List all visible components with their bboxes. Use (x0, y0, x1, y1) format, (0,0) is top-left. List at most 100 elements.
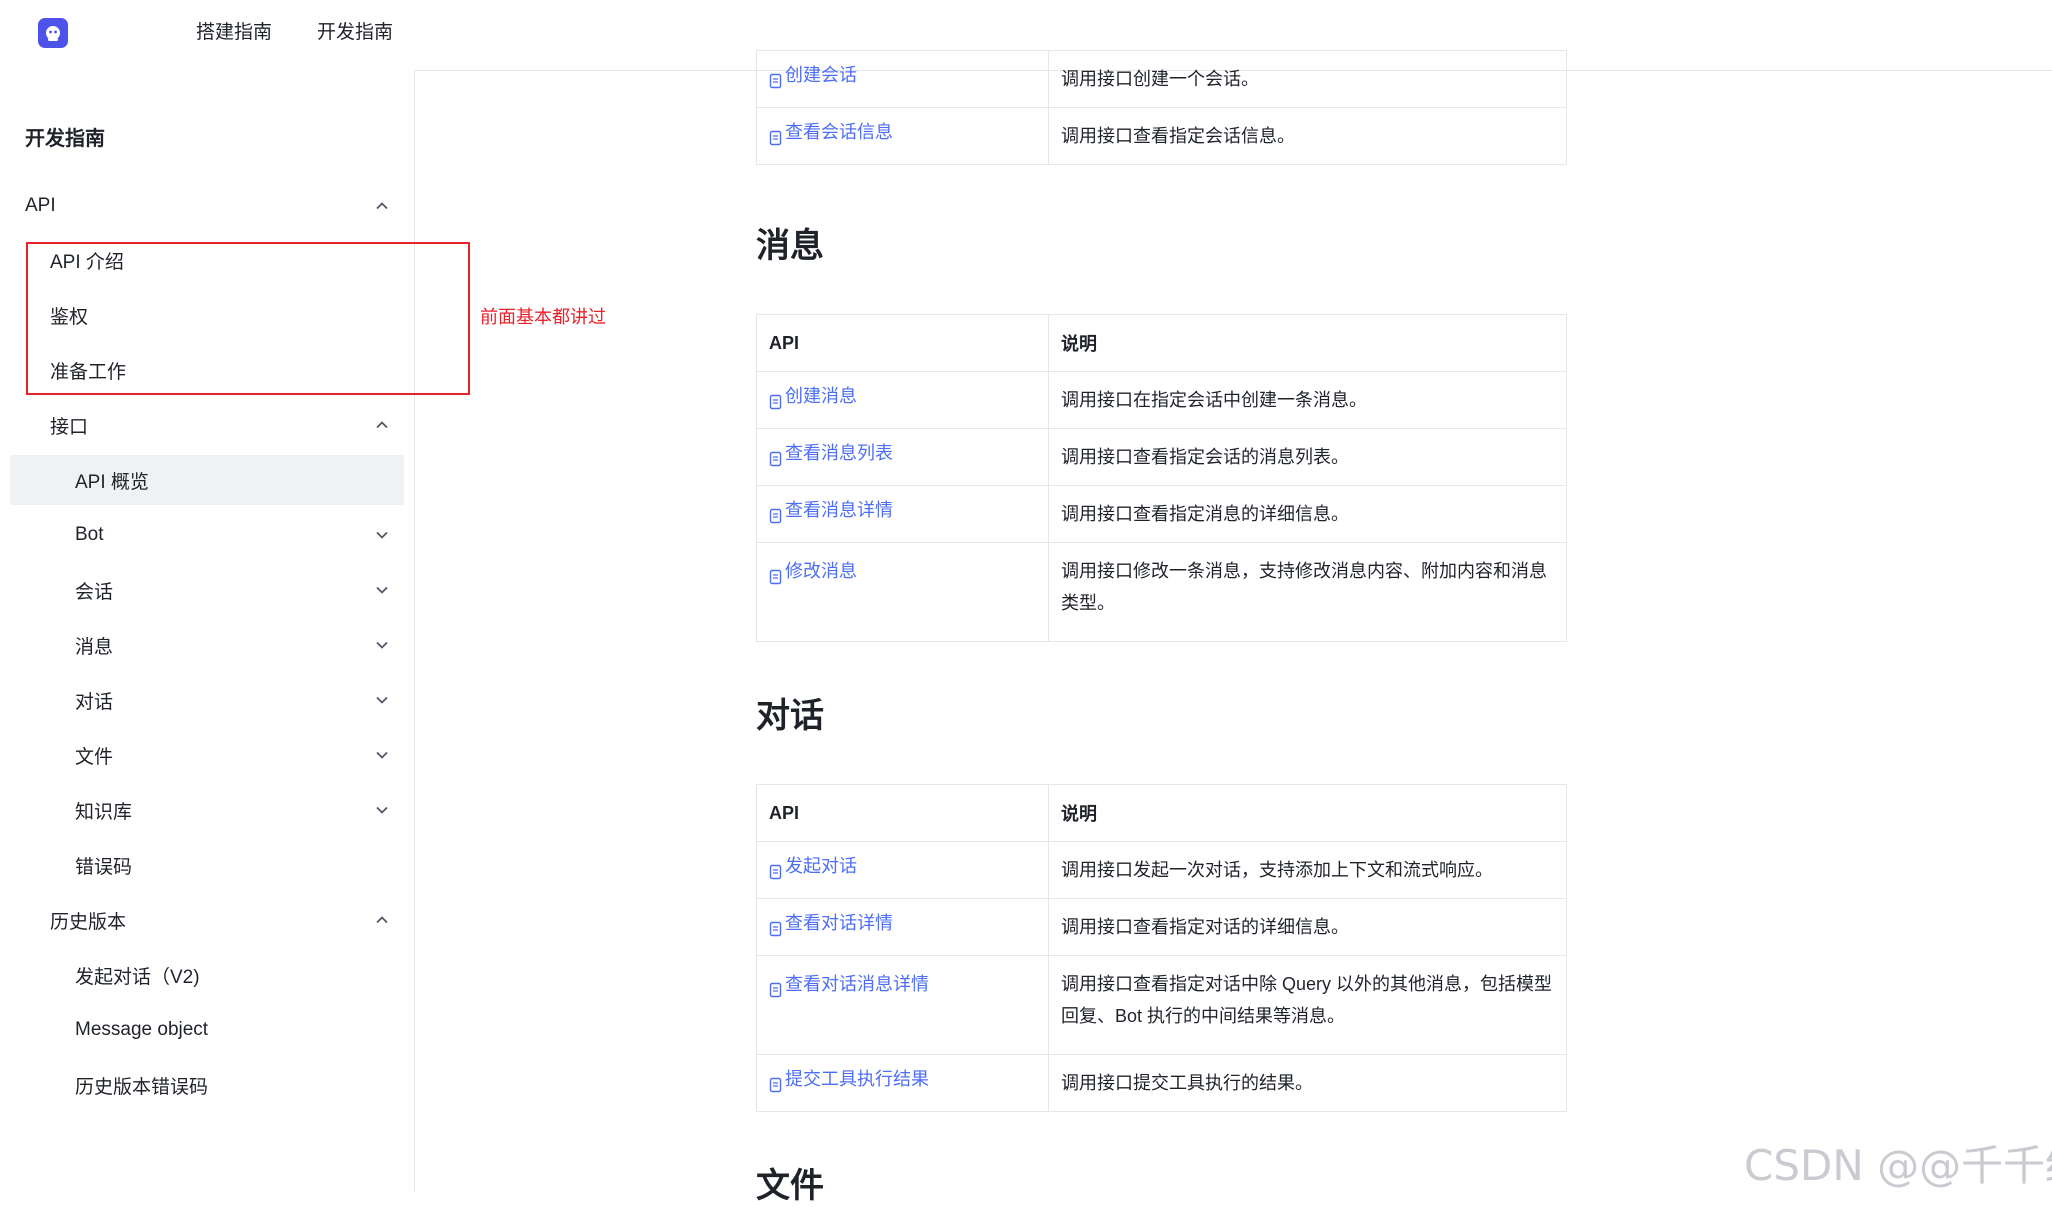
sidebar-item-message-object[interactable]: Message object (10, 1005, 404, 1055)
chevron-down-icon (374, 802, 390, 818)
sidebar-item-label: 历史版本 (50, 911, 127, 933)
table-row: 创建会话 调用接口创建一个会话。 (756, 50, 1567, 108)
sidebar-item-label: 接口 (50, 416, 89, 438)
chat-section-title: 对话 (756, 697, 824, 735)
api-link[interactable]: 修改消息 (769, 555, 857, 587)
sidebar-item-knowledge[interactable]: 知识库 (10, 785, 404, 835)
table-row: 创建消息 调用接口在指定会话中创建一条消息。 (756, 371, 1567, 429)
header-api: API (756, 784, 1049, 842)
header-api: API (756, 314, 1049, 372)
desc-cell: 调用接口查看指定对话中除 Query 以外的其他消息，包括模型回复、Bot 执行… (1048, 955, 1567, 1055)
doc-icon (769, 976, 783, 998)
nav-dev-guide[interactable]: 开发指南 (317, 0, 393, 70)
chevron-up-icon (374, 198, 390, 214)
doc-icon (769, 563, 783, 585)
sidebar-item-label: 文件 (75, 746, 114, 768)
sidebar-title: 开发指南 (25, 128, 105, 150)
desc-cell: 调用接口创建一个会话。 (1048, 50, 1567, 108)
table-row: 查看会话信息 调用接口查看指定会话信息。 (756, 107, 1567, 165)
api-cell: 查看消息列表 (756, 428, 1049, 486)
sidebar-item-label: API (25, 195, 56, 216)
chevron-up-icon (374, 417, 390, 433)
nav-build-guide[interactable]: 搭建指南 (196, 0, 272, 70)
api-cell: 查看会话信息 (756, 107, 1049, 165)
api-link[interactable]: 查看对话消息详情 (769, 968, 929, 1000)
table-header-row: API 说明 (756, 314, 1567, 372)
annotation-text: 前面基本都讲过 (480, 307, 606, 327)
api-link[interactable]: 提交工具执行结果 (769, 1063, 929, 1095)
sidebar-item-label: 错误码 (75, 856, 133, 878)
doc-icon (769, 67, 783, 89)
top-nav: 搭建指南 开发指南 (196, 0, 438, 70)
sidebar-item-api-overview[interactable]: API 概览 (10, 455, 404, 505)
doc-icon (769, 388, 783, 410)
desc-cell: 调用接口查看指定对话的详细信息。 (1048, 898, 1567, 956)
sidebar-item-conversation[interactable]: 会话 (10, 565, 404, 615)
header-desc: 说明 (1048, 314, 1567, 372)
api-link[interactable]: 创建消息 (769, 380, 857, 412)
doc-icon (769, 915, 783, 937)
sidebar-item-chat[interactable]: 对话 (10, 675, 404, 725)
sidebar-item-interfaces[interactable]: 接口 (10, 400, 404, 450)
sidebar-item-label: 会话 (75, 581, 114, 603)
sidebar-item-label: 消息 (75, 636, 114, 658)
logo-icon[interactable] (38, 18, 68, 48)
table-header-row: API 说明 (756, 784, 1567, 842)
sidebar-item-label: 对话 (75, 691, 114, 713)
sidebar-item-label: 发起对话（V2) (75, 966, 200, 988)
doc-icon (769, 124, 783, 146)
api-cell: 修改消息 (756, 542, 1049, 642)
desc-cell: 调用接口发起一次对话，支持添加上下文和流式响应。 (1048, 841, 1567, 899)
chat-api-table: API 说明 发起对话 调用接口发起一次对话，支持添加上下文和流式响应。 查看对… (756, 784, 1567, 1112)
sidebar-item-error-codes[interactable]: 错误码 (10, 840, 404, 890)
sidebar-item-bot[interactable]: Bot (10, 510, 404, 560)
chevron-down-icon (374, 527, 390, 543)
api-cell: 发起对话 (756, 841, 1049, 899)
sidebar-item-label: API 概览 (75, 471, 149, 493)
api-link[interactable]: 查看对话详情 (769, 907, 893, 939)
sidebar-item-file[interactable]: 文件 (10, 730, 404, 780)
api-cell: 提交工具执行结果 (756, 1054, 1049, 1112)
table-row: 查看消息详情 调用接口查看指定消息的详细信息。 (756, 485, 1567, 543)
table-row: 查看对话详情 调用接口查看指定对话的详细信息。 (756, 898, 1567, 956)
file-section-title: 文件 (756, 1167, 824, 1205)
sidebar-item-chat-v2[interactable]: 发起对话（V2) (10, 950, 404, 1000)
doc-icon (769, 1071, 783, 1093)
api-cell: 查看对话消息详情 (756, 955, 1049, 1055)
sidebar-item-label: Message object (75, 1019, 209, 1040)
desc-cell: 调用接口查看指定会话的消息列表。 (1048, 428, 1567, 486)
desc-cell: 调用接口查看指定会话信息。 (1048, 107, 1567, 165)
doc-icon (769, 502, 783, 524)
desc-cell: 调用接口提交工具执行的结果。 (1048, 1054, 1567, 1112)
desc-cell: 调用接口查看指定消息的详细信息。 (1048, 485, 1567, 543)
annotation-highlight-box (26, 242, 470, 395)
api-link[interactable]: 发起对话 (769, 850, 857, 882)
message-api-table: API 说明 创建消息 调用接口在指定会话中创建一条消息。 查看消息列表 调用接… (756, 314, 1567, 642)
chevron-down-icon (374, 582, 390, 598)
table-row: 发起对话 调用接口发起一次对话，支持添加上下文和流式响应。 (756, 841, 1567, 899)
sidebar-item-api[interactable]: API (10, 181, 404, 231)
api-link[interactable]: 查看消息列表 (769, 437, 893, 469)
api-link[interactable]: 查看会话信息 (769, 116, 893, 148)
table-row: 提交工具执行结果 调用接口提交工具执行的结果。 (756, 1054, 1567, 1112)
table-row: 查看对话消息详情 调用接口查看指定对话中除 Query 以外的其他消息，包括模型… (756, 955, 1567, 1055)
api-link[interactable]: 查看消息详情 (769, 494, 893, 526)
sidebar-item-history[interactable]: 历史版本 (10, 895, 404, 945)
chevron-down-icon (374, 747, 390, 763)
table-row: 修改消息 调用接口修改一条消息，支持修改消息内容、附加内容和消息类型。 (756, 542, 1567, 642)
session-api-table: 创建会话 调用接口创建一个会话。 查看会话信息 调用接口查看指定会话信息。 (756, 50, 1567, 165)
sidebar-item-history-error-codes[interactable]: 历史版本错误码 (10, 1060, 404, 1110)
header-desc: 说明 (1048, 784, 1567, 842)
sidebar-item-label: Bot (75, 524, 104, 545)
api-cell: 创建消息 (756, 371, 1049, 429)
sidebar-item-message[interactable]: 消息 (10, 620, 404, 670)
api-link[interactable]: 创建会话 (769, 59, 857, 91)
doc-icon (769, 445, 783, 467)
api-cell: 创建会话 (756, 50, 1049, 108)
chevron-down-icon (374, 637, 390, 653)
sidebar-item-label: 知识库 (75, 801, 133, 823)
sidebar-item-label: 历史版本错误码 (75, 1076, 209, 1098)
message-section-title: 消息 (756, 227, 824, 265)
api-cell: 查看消息详情 (756, 485, 1049, 543)
doc-icon (769, 858, 783, 880)
